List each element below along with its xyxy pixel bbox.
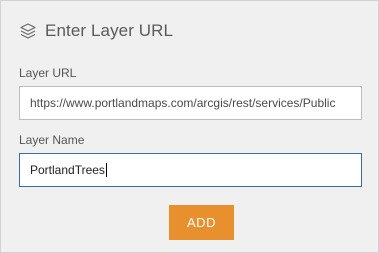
layer-name-input[interactable]: PortlandTrees: [19, 153, 362, 187]
enter-layer-url-panel: Enter Layer URL Layer URL https://www.po…: [0, 0, 379, 253]
layers-icon: [19, 22, 37, 40]
panel-title: Enter Layer URL: [45, 21, 174, 40]
add-button[interactable]: ADD: [169, 205, 234, 240]
layer-name-label: Layer Name: [19, 133, 85, 147]
layer-url-value: https://www.portlandmaps.com/arcgis/rest…: [30, 96, 336, 110]
layer-url-input[interactable]: https://www.portlandmaps.com/arcgis/rest…: [19, 86, 362, 120]
layer-url-label: Layer URL: [19, 66, 77, 80]
layer-name-value: PortlandTrees: [30, 163, 105, 177]
panel-header: Enter Layer URL: [19, 20, 173, 42]
text-caret: [105, 163, 107, 177]
